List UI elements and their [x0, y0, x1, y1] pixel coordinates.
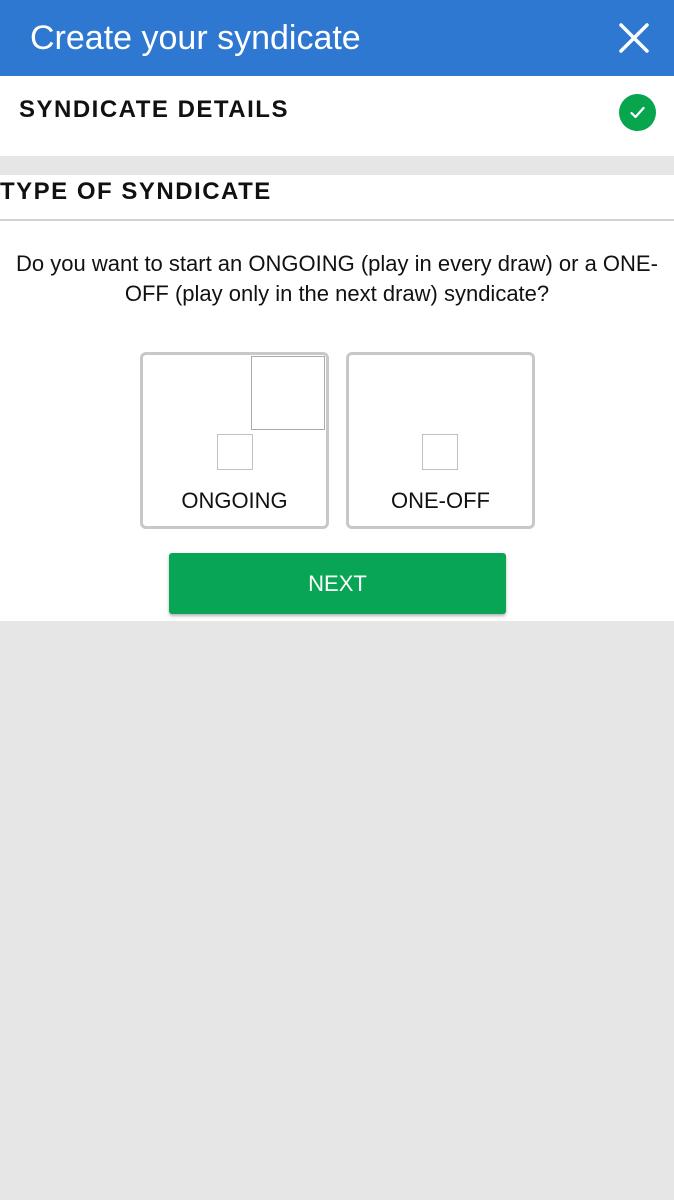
ongoing-option-label: ONGOING	[181, 488, 288, 513]
one-off-option-label: ONE-OFF	[391, 488, 490, 513]
syndicate-type-heading: TYPE OF SYNDICATE	[0, 178, 272, 205]
app-header: Create your syndicate	[0, 0, 674, 76]
one-off-icon	[422, 434, 458, 470]
completed-status-badge	[619, 94, 656, 131]
syndicate-type-question: Do you want to start an ONGOING (play in…	[16, 251, 658, 306]
next-button[interactable]: NEXT	[169, 553, 506, 614]
syndicate-type-section: TYPE OF SYNDICATE Do you want to start a…	[0, 175, 674, 621]
ongoing-option-card[interactable]: ONGOING	[140, 352, 329, 529]
section-divider	[0, 219, 674, 221]
ongoing-icon	[217, 434, 253, 470]
syndicate-details-heading: SYNDICATE DETAILS	[19, 96, 289, 123]
checkmark-circle-icon	[630, 106, 645, 119]
close-icon	[619, 23, 649, 53]
one-off-option-card[interactable]: ONE-OFF	[346, 352, 535, 529]
page-title: Create your syndicate	[30, 19, 361, 57]
ongoing-image-placeholder	[251, 356, 325, 430]
syndicate-details-section[interactable]: SYNDICATE DETAILS	[0, 76, 674, 156]
close-button[interactable]	[616, 20, 652, 56]
